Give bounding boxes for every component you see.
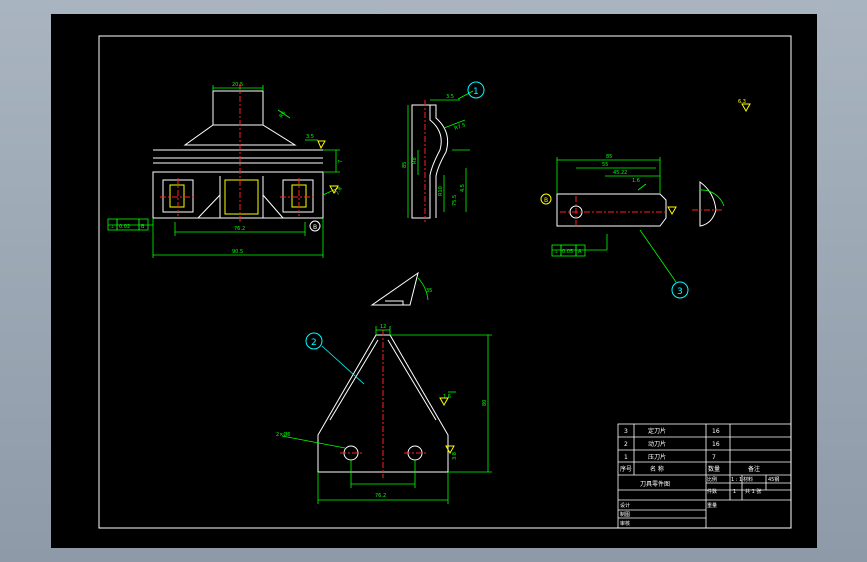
tol-datum-right: A [578, 249, 582, 255]
datum-b-right-label: B [544, 197, 548, 204]
wedge-angle: 35 [426, 288, 432, 294]
material-value: 45钢 [768, 476, 779, 483]
bom-header-no: 序号 [620, 465, 632, 473]
bom-header-qty: 数量 [708, 465, 720, 473]
bom-row-2-qty: 16 [712, 441, 720, 448]
bom-row-1-no: 1 [624, 454, 628, 461]
scale-label: 比例 [707, 476, 717, 483]
dim-20-5: 20.5 [232, 82, 243, 88]
bom-row-3-name: 定刀片 [648, 427, 666, 435]
right-dim-1-6: 1.6 [632, 178, 640, 184]
right-dim-55: 55 [602, 162, 608, 168]
balloon-3-label: 3 [677, 287, 683, 297]
bom-row-2-name: 动刀片 [648, 440, 666, 448]
front-dim-76-2: 76.2 [375, 493, 386, 499]
balloon-1-label: 1 [473, 87, 479, 97]
dim-7: 7 [338, 160, 344, 163]
bom-row-3-no: 3 [624, 428, 628, 435]
right-dim-45-22: 45.22 [613, 170, 627, 176]
datum-b-label: B [313, 224, 317, 231]
bom-header-note: 备注 [748, 465, 760, 473]
weight-label: 重量 [707, 502, 717, 509]
front-dim-12: 12 [380, 324, 386, 330]
sheet-label: 共 1 张 [745, 488, 761, 495]
right-dim-85: 85 [606, 154, 612, 160]
dim-76-2: 76.2 [234, 226, 245, 232]
dim-3-5: 3.5 [306, 134, 314, 140]
bom-header-name: 名 称 [650, 465, 664, 473]
count-value: 1 [733, 489, 736, 495]
side-dim-4-5: 4.5 [460, 184, 466, 192]
side-dim-85: 85 [402, 162, 408, 168]
model-space [51, 14, 817, 548]
drawing-title: 刀具零件图 [640, 480, 670, 488]
balloon-2-label: 2 [311, 338, 317, 348]
bom-row-3-qty: 16 [712, 428, 720, 435]
cad-drawing-canvas: 20.5 R6 7 3.5 2.8 76.2 90.5 ⊥ 0.02 B B 3… [51, 14, 817, 548]
tol-symbol-top: ⊥ [110, 224, 114, 230]
side-dim-75-5: 75.5 [452, 195, 458, 206]
checker-label: 审核 [620, 520, 630, 527]
dim-90-5: 90.5 [232, 249, 243, 255]
front-dim-80: 80 [482, 400, 488, 406]
bom-row-2-no: 2 [624, 441, 628, 448]
front-dim-3-8: 3.8 [452, 452, 458, 460]
count-label: 件数 [707, 488, 717, 495]
side-dim-3-5: 3.5 [446, 94, 454, 100]
side-dim-r10: R10 [438, 186, 444, 196]
bom-row-1-name: 压刀片 [648, 453, 666, 461]
tol-symbol-right: ⊥ [554, 249, 558, 255]
tol-datum-top: B [141, 224, 145, 230]
global-roughness: 6.3 [738, 99, 746, 105]
side-dim-r8: R8 [412, 157, 418, 164]
front-dim-holes: 2×Ø6 [276, 431, 291, 438]
drafter-label: 制图 [620, 511, 630, 518]
tol-value-right: 0.05 [562, 249, 573, 255]
scale-value: 1 : 1 [731, 477, 742, 483]
material-label: 材料 [743, 476, 753, 483]
tol-value-top: 0.02 [119, 224, 130, 230]
bom-row-1-qty: 7 [712, 454, 716, 461]
designer-label: 设计 [620, 502, 630, 509]
